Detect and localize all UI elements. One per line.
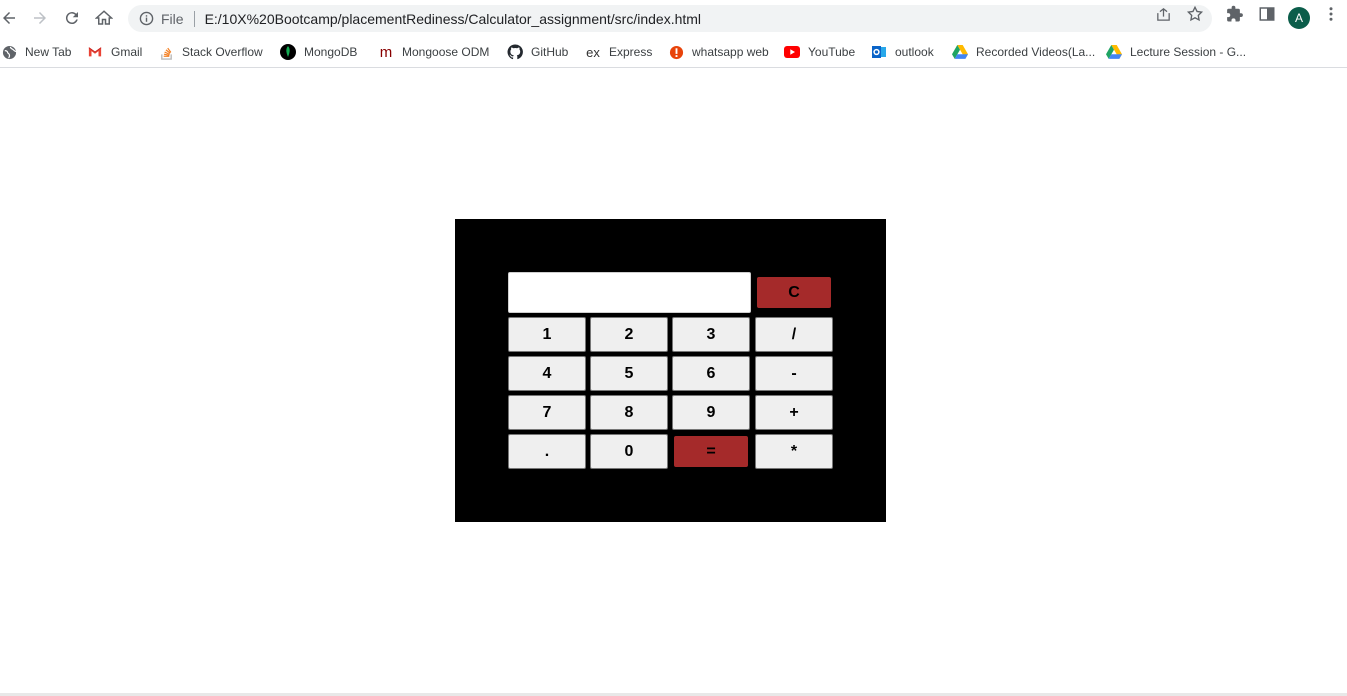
globe-icon — [1, 44, 17, 60]
add-button[interactable]: + — [755, 395, 833, 430]
bookmark-gmail[interactable]: Gmail — [87, 42, 142, 62]
bookmark-youtube[interactable]: YouTube — [784, 42, 855, 62]
key-5-button[interactable]: 5 — [590, 356, 668, 391]
bookmark-mongoose-odm[interactable]: m Mongoose ODM — [378, 42, 490, 62]
drive-icon — [1106, 44, 1122, 60]
key-1-button[interactable]: 1 — [508, 317, 586, 352]
bookmark-label: Mongoose ODM — [402, 45, 490, 59]
bookmark-express[interactable]: ex Express — [585, 42, 652, 62]
home-icon[interactable] — [92, 6, 116, 30]
equals-button[interactable]: = — [674, 436, 748, 467]
key-3-button[interactable]: 3 — [672, 317, 750, 352]
side-panel-icon[interactable] — [1257, 5, 1277, 23]
back-icon[interactable] — [0, 6, 21, 30]
calculator-display[interactable] — [508, 272, 751, 313]
express-icon: ex — [586, 44, 600, 60]
bookmark-star-icon[interactable] — [1185, 5, 1205, 23]
address-bar[interactable]: File E:/10X%20Bootcamp/placementRediness… — [128, 5, 1212, 32]
url-text[interactable]: E:/10X%20Bootcamp/placementRediness/Calc… — [205, 11, 701, 27]
drive-icon — [952, 44, 968, 60]
mongodb-icon — [280, 44, 296, 60]
share-icon[interactable] — [1153, 5, 1173, 23]
key-7-button[interactable]: 7 — [508, 395, 586, 430]
bookmarks-bar: New Tab Gmail Stack Overflow MongoDB m M… — [0, 37, 1347, 68]
bookmark-label: Express — [609, 45, 653, 59]
subtract-button[interactable]: - — [755, 356, 833, 391]
bookmark-mongodb[interactable]: MongoDB — [280, 42, 357, 62]
multiply-button[interactable]: * — [755, 434, 833, 469]
bookmark-github[interactable]: GitHub — [507, 42, 568, 62]
stackoverflow-icon — [158, 44, 174, 60]
outlook-icon — [871, 44, 887, 60]
github-icon — [507, 44, 523, 60]
mongoose-icon: m — [379, 43, 393, 61]
key-0-button[interactable]: 0 — [590, 434, 668, 469]
bookmark-label: Gmail — [111, 45, 143, 59]
omnibox-divider — [193, 10, 195, 27]
bookmark-label: whatsapp web — [692, 45, 769, 59]
key-9-button[interactable]: 9 — [672, 395, 750, 430]
url-scheme-label: File — [161, 10, 184, 27]
calculator-panel: C 1 2 3 / 4 5 6 - 7 8 9 + . 0 = * — [455, 219, 886, 522]
bookmark-new-tab[interactable]: New Tab — [1, 42, 71, 62]
bookmark-label: GitHub — [531, 45, 569, 59]
bookmark-label: New Tab — [25, 45, 72, 59]
browser-toolbar: File E:/10X%20Bootcamp/placementRediness… — [0, 0, 1347, 37]
bookmark-lecture-session[interactable]: Lecture Session - G... — [1106, 42, 1246, 62]
gmail-icon — [87, 44, 103, 60]
menu-kebab-icon[interactable] — [1321, 5, 1341, 23]
divide-button[interactable]: / — [755, 317, 833, 352]
bookmark-label: YouTube — [808, 45, 856, 59]
key-8-button[interactable]: 8 — [590, 395, 668, 430]
forward-icon[interactable] — [28, 6, 52, 30]
key-6-button[interactable]: 6 — [672, 356, 750, 391]
bookmark-label: outlook — [895, 45, 934, 59]
key-2-button[interactable]: 2 — [590, 317, 668, 352]
reload-icon[interactable] — [60, 6, 84, 30]
extensions-icon[interactable] — [1225, 5, 1245, 23]
bookmark-recorded-videos[interactable]: Recorded Videos(La... — [952, 42, 1095, 62]
youtube-icon — [784, 44, 800, 60]
key-4-button[interactable]: 4 — [508, 356, 586, 391]
alert-icon — [668, 44, 684, 60]
info-icon[interactable] — [138, 11, 154, 27]
bookmark-label: Lecture Session - G... — [1130, 45, 1247, 59]
bookmark-whatsapp-web[interactable]: whatsapp web — [668, 42, 769, 62]
bookmark-stack-overflow[interactable]: Stack Overflow — [158, 42, 263, 62]
decimal-point-button[interactable]: . — [508, 434, 586, 469]
bookmark-label: Recorded Videos(La... — [976, 45, 1096, 59]
bookmark-label: MongoDB — [304, 45, 358, 59]
bookmark-outlook[interactable]: outlook — [871, 42, 934, 62]
clear-button[interactable]: C — [757, 277, 831, 308]
profile-avatar[interactable]: A — [1288, 7, 1310, 29]
bookmark-label: Stack Overflow — [182, 45, 263, 59]
